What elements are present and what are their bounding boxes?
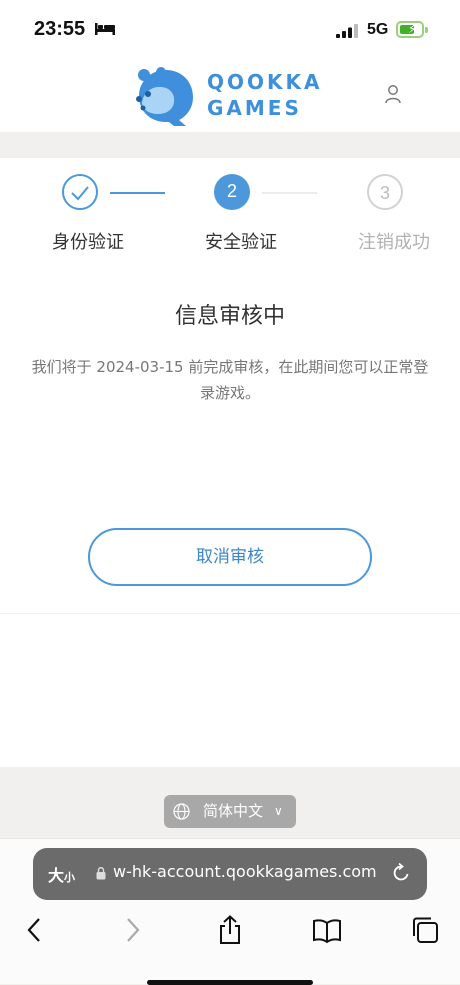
step-3-label: 注销成功 (358, 232, 430, 253)
brand-line-2: GAMES (207, 96, 302, 120)
panda-logo-icon[interactable] (130, 62, 200, 128)
url-text[interactable]: w-hk-account.qookkagames.com (113, 862, 377, 881)
browser-toolbar: 大小 w-hk-account.qookkagames.com (0, 838, 460, 984)
back-icon[interactable] (25, 915, 43, 945)
step-2-label: 安全验证 (205, 232, 277, 253)
content-lower-area (0, 613, 460, 767)
address-bar[interactable]: 大小 w-hk-account.qookkagames.com (33, 848, 427, 900)
text-size-button[interactable]: 大小 (48, 862, 75, 886)
reload-icon[interactable] (390, 862, 412, 884)
status-time: 23:55 (34, 18, 86, 40)
page-title: 信息审核中 (174, 304, 285, 329)
site-header: QOOKKA GAMES (0, 62, 460, 133)
text-size-small: 小 (64, 871, 76, 884)
battery-cap (425, 27, 428, 33)
step-connector-1 (110, 192, 165, 194)
cancel-review-button[interactable]: 取消审核 (88, 528, 372, 586)
lock-icon (96, 867, 106, 880)
text-size-large: 大 (48, 866, 65, 885)
chevron-down-icon: ∨ (274, 804, 283, 818)
step-2-indicator: 2 (214, 174, 250, 210)
cellular-signal-icon (336, 24, 358, 38)
language-label: 简体中文 (203, 802, 264, 820)
user-account-icon[interactable] (383, 84, 403, 104)
language-selector[interactable]: 简体中文 ∨ (164, 795, 296, 828)
battery-charging-icon: ⚡ (396, 21, 424, 38)
step-3-indicator: 3 (367, 174, 403, 210)
globe-icon (173, 803, 190, 820)
network-type: 5G (367, 21, 389, 38)
step-1-label: 身份验证 (52, 232, 124, 253)
forward-icon[interactable] (124, 915, 142, 945)
brand-line-1: QOOKKA (207, 70, 323, 94)
bookmarks-icon[interactable] (312, 915, 342, 945)
step-1-check-icon (62, 174, 98, 210)
review-description: 我们将于 2024-03-15 前完成审核，在此期间您可以正常登录游戏。 (31, 358, 429, 402)
share-icon[interactable] (216, 915, 244, 945)
sleep-bed-icon (95, 23, 115, 35)
status-bar: 23:55 5G ⚡ (0, 0, 460, 62)
brand-wordmark[interactable]: QOOKKA GAMES (207, 69, 322, 121)
verification-card: 2 3 身份验证 安全验证 注销成功 信息审核中 我们将于 2024-03-15… (0, 158, 460, 613)
step-connector-2 (262, 192, 317, 194)
tabs-icon[interactable] (410, 915, 440, 945)
header-gap (0, 132, 460, 158)
